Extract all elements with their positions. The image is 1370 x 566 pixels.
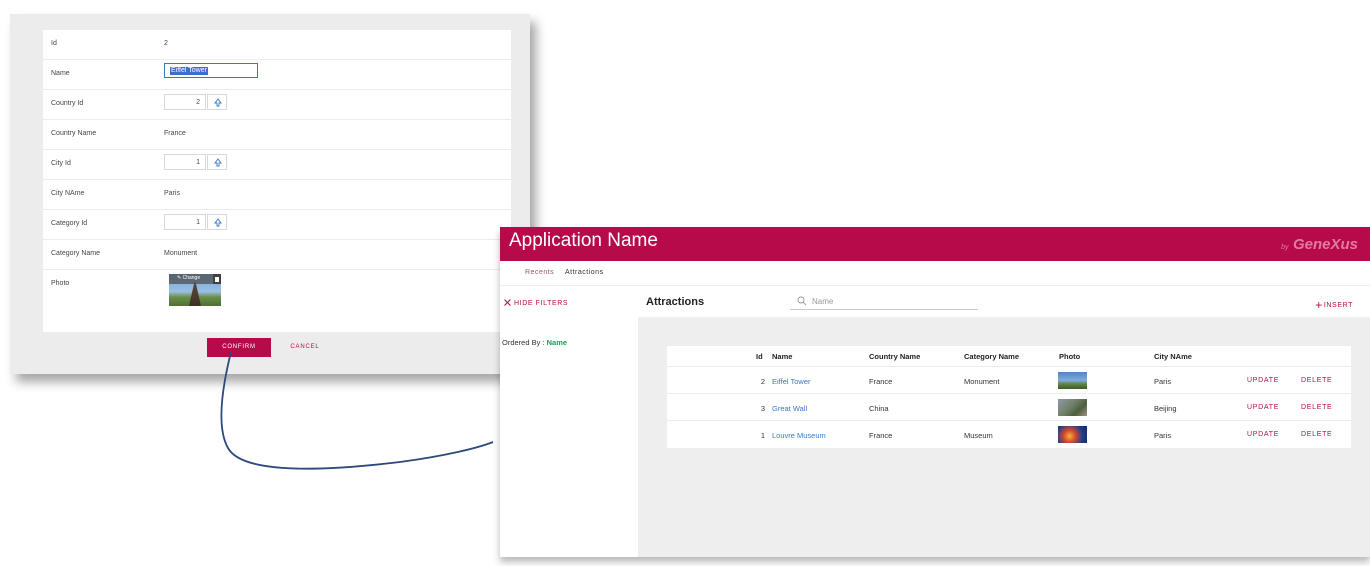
attractions-grid: Id Name Country Name Category Name Photo… [667, 346, 1351, 448]
ordered-by-label: Ordered By : [502, 338, 547, 347]
update-button[interactable]: UPDATE [1247, 404, 1279, 411]
cell-id: 2 [760, 377, 765, 386]
app-header: Application Name by GeneXus [500, 227, 1370, 261]
hide-filters-button[interactable]: HIDE FILTERS [504, 299, 568, 307]
cell-name-link[interactable]: Great Wall [772, 404, 807, 413]
insert-label: INSERT [1323, 302, 1353, 309]
app-title: Application Name [509, 230, 658, 251]
plus-icon: + [1315, 298, 1323, 312]
tab-attractions[interactable]: Attractions [565, 269, 604, 276]
cell-category: Museum [964, 431, 993, 440]
grid-header: Id Name Country Name Category Name Photo… [667, 346, 1351, 366]
cell-country: France [869, 431, 893, 440]
cell-city: Beijing [1154, 404, 1177, 413]
cell-country: France [869, 377, 893, 386]
search-input[interactable] [812, 295, 962, 307]
hide-filters-label: HIDE FILTERS [514, 300, 569, 307]
header-photo[interactable]: Photo [1059, 352, 1080, 361]
cell-photo [1058, 426, 1087, 443]
header-name[interactable]: Name [772, 352, 792, 361]
delete-button[interactable]: DELETE [1301, 431, 1332, 438]
header-id[interactable]: Id [756, 352, 763, 361]
brand-name: GeneXus [1292, 236, 1358, 253]
cell-city: Paris [1154, 377, 1172, 386]
cell-name-link[interactable]: Eiffel Tower [772, 377, 811, 386]
close-icon [504, 299, 511, 306]
cell-id: 1 [760, 431, 765, 440]
toolbar: HIDE FILTERS Attractions +INSERT [500, 285, 1370, 317]
ordered-by: Ordered By : Name [502, 338, 567, 347]
genexus-logo: by GeneXus [1281, 236, 1358, 254]
cell-category: Monument [964, 377, 1000, 386]
header-city-name[interactable]: City NAme [1154, 352, 1192, 361]
cell-name-link[interactable]: Louvre Museum [772, 431, 826, 440]
search-box [790, 293, 978, 310]
search-icon [797, 296, 807, 306]
cell-id: 3 [760, 404, 765, 413]
table-row: 3 Great Wall China Beijing UPDATE DELETE [667, 393, 1351, 420]
insert-button[interactable]: +INSERT [1315, 298, 1353, 312]
table-row: 2 Eiffel Tower France Monument Paris UPD… [667, 366, 1351, 393]
application-window: Application Name by GeneXus Recents Attr… [500, 227, 1370, 557]
cell-photo [1058, 372, 1087, 389]
header-country-name[interactable]: Country Name [869, 352, 920, 361]
page-title: Attractions [646, 296, 705, 308]
brand-by: by [1281, 244, 1289, 251]
delete-button[interactable]: DELETE [1301, 404, 1332, 411]
cell-city: Paris [1154, 431, 1172, 440]
delete-button[interactable]: DELETE [1301, 377, 1332, 384]
cell-country: China [869, 404, 889, 413]
ordered-by-value[interactable]: Name [547, 338, 567, 347]
tab-recents[interactable]: Recents [525, 269, 554, 276]
header-category-name[interactable]: Category Name [964, 352, 1019, 361]
update-button[interactable]: UPDATE [1247, 431, 1279, 438]
filters-panel: Ordered By : Name [500, 317, 638, 557]
tabs-bar: Recents Attractions [500, 261, 1370, 285]
table-row: 1 Louvre Museum France Museum Paris UPDA… [667, 420, 1351, 447]
cell-photo [1058, 399, 1087, 416]
update-button[interactable]: UPDATE [1247, 377, 1279, 384]
